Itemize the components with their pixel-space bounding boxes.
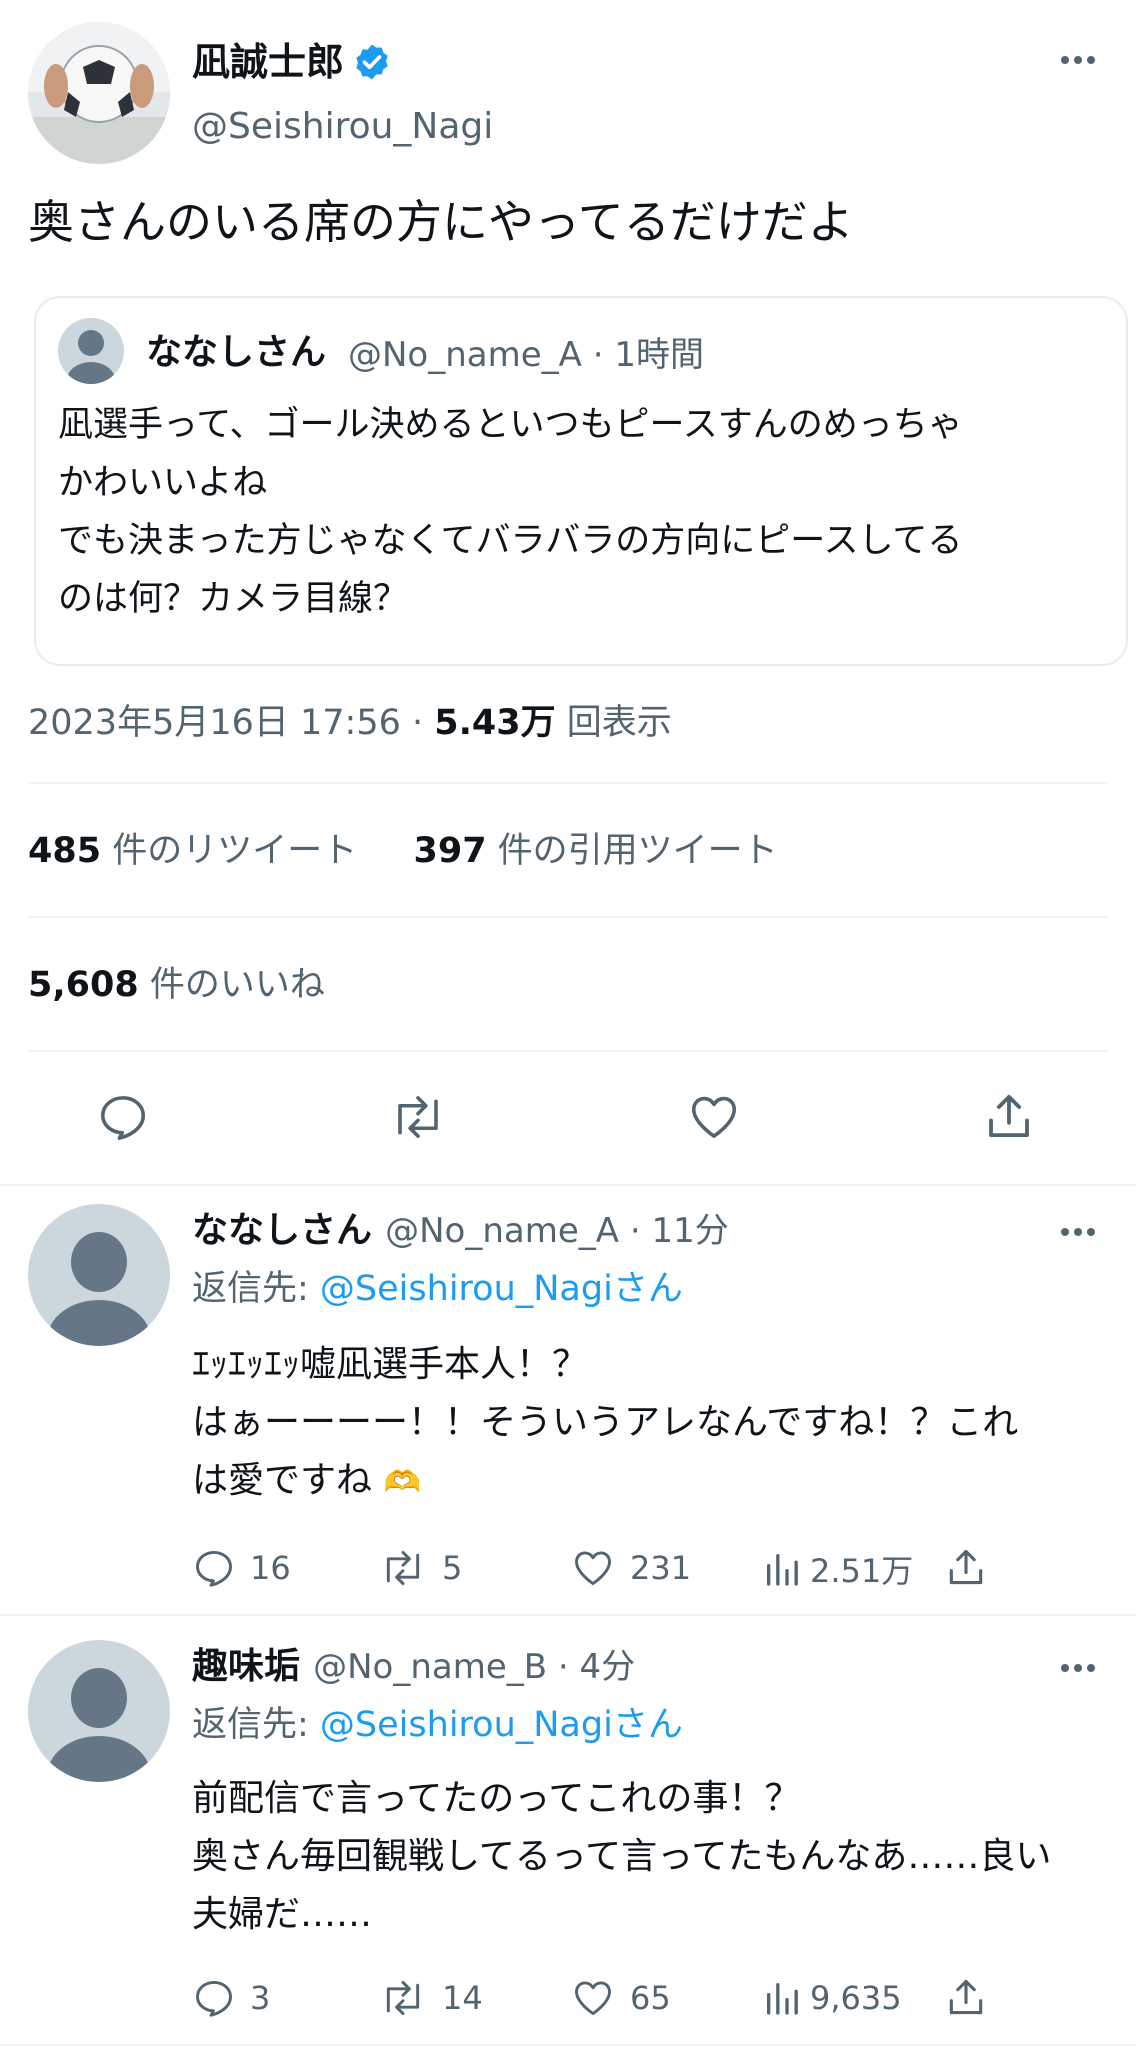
reply-retweet-button[interactable]: 14 bbox=[378, 1976, 483, 2020]
quoted-text-line: でも決まった方じゃなくてバラバラの方向にピースしてる bbox=[58, 521, 963, 561]
views-count: 9,635 bbox=[810, 1979, 902, 2017]
reply-icon bbox=[196, 1980, 232, 2017]
retweet-count: 14 bbox=[442, 1979, 483, 2017]
default-avatar-icon bbox=[47, 1668, 151, 1782]
like-icon bbox=[575, 1551, 611, 1586]
divider bbox=[0, 1184, 1136, 1186]
reply-to-prefix: 返信先: bbox=[192, 1269, 320, 1309]
heart-hands-emoji: 🫶 bbox=[383, 1465, 421, 1500]
quoted-text: 凪選手って、ゴール決めるといつもピースすんのめっちゃ かわいいよね でも決まった… bbox=[58, 396, 963, 628]
quoted-display-name: ななしさん bbox=[146, 332, 327, 373]
likes-stat[interactable]: 5,608 件のいいね bbox=[28, 962, 325, 1008]
tweet-text: 奥さんのいる席の方にやってるだけだよ bbox=[28, 195, 854, 249]
default-avatar-icon bbox=[47, 1232, 151, 1346]
retweets-stat[interactable]: 485 件のリツイート bbox=[28, 831, 357, 871]
retweet-icon bbox=[386, 1980, 420, 2016]
reply-text-line: はぁーーーー！！そういうアレなんですね！？これ bbox=[192, 1402, 1019, 1443]
reply-to-link[interactable]: @Seishirou_Nagiさん bbox=[320, 1705, 683, 1745]
reply-count: 3 bbox=[250, 1979, 271, 2017]
share-icon[interactable] bbox=[982, 1088, 1036, 1144]
author-avatar[interactable] bbox=[28, 22, 170, 164]
reply-text-line: は愛ですね 🫶 bbox=[192, 1452, 1018, 1512]
timestamp-row: 2023年5月16日 17:56 · 5.43万 回表示 bbox=[28, 700, 672, 746]
views-icon bbox=[767, 1554, 798, 1586]
author-handle[interactable]: @Seishirou_Nagi bbox=[192, 104, 493, 150]
like-icon[interactable] bbox=[686, 1090, 742, 1144]
like-count: 65 bbox=[630, 1979, 671, 2017]
reply-handle-time[interactable]: @No_name_A · 11分 bbox=[385, 1211, 729, 1251]
reply-icon[interactable] bbox=[96, 1090, 150, 1144]
reply-text-line: 奥さん毎回観戦してるって言ってたもんなあ……良い bbox=[192, 1836, 1052, 1877]
retweet-count: 5 bbox=[442, 1549, 463, 1587]
quotes-label: 件の引用ツイート bbox=[486, 831, 778, 871]
reply-to-line: 返信先: @Seishirou_Nagiさん bbox=[192, 1266, 683, 1312]
reply-count: 16 bbox=[250, 1549, 291, 1587]
like-icon bbox=[575, 1981, 611, 2016]
reply-action-bar: 3 14 65 9,635 bbox=[192, 1970, 1092, 2026]
reply-text-line: 夫婦だ…… bbox=[192, 1894, 373, 1935]
quoted-text-line: 凪選手って、ゴール決めるといつもピースすんのめっちゃ bbox=[58, 405, 963, 445]
likes-label: 件のいいね bbox=[138, 965, 325, 1005]
reply-text-segment: は愛ですね bbox=[192, 1460, 373, 1501]
reply-text: ｴｯｴｯｴｯ嘘凪選手本人！？ はぁーーーー！！そういうアレなんですね！？これ は… bbox=[192, 1336, 1018, 1512]
views-count: 2.51万 bbox=[810, 1552, 914, 1590]
reply-display-name[interactable]: 趣味垢 bbox=[192, 1646, 300, 1687]
retweet-icon bbox=[386, 1550, 420, 1586]
reply-avatar[interactable] bbox=[28, 1204, 170, 1346]
reply-header: 趣味垢 @No_name_B · 4分 bbox=[192, 1644, 635, 1696]
reply-views[interactable]: 9,635 bbox=[762, 1976, 902, 2020]
reply-to-link[interactable]: @Seishirou_Nagiさん bbox=[320, 1269, 683, 1309]
like-count: 231 bbox=[630, 1549, 692, 1587]
more-icon[interactable] bbox=[1060, 1224, 1096, 1240]
retweets-label: 件のリツイート bbox=[101, 831, 358, 871]
retweet-icon[interactable] bbox=[388, 1090, 448, 1144]
views-count: 5.43万 bbox=[434, 703, 556, 743]
divider bbox=[0, 2044, 1136, 2046]
reply-like-button[interactable]: 231 bbox=[570, 1546, 691, 1590]
reply-action-bar: 16 5 231 2.51万 bbox=[192, 1540, 1092, 1596]
more-icon[interactable] bbox=[1060, 1660, 1096, 1676]
share-icon[interactable] bbox=[944, 1974, 988, 2020]
divider bbox=[0, 1614, 1136, 1616]
reply-handle-time[interactable]: @No_name_B · 4分 bbox=[313, 1647, 635, 1687]
reply-reply-button[interactable]: 3 bbox=[192, 1976, 270, 2020]
views-label: 回表示 bbox=[555, 703, 672, 743]
reply-text-line: ｴｯｴｯｴｯ嘘凪選手本人！？ bbox=[192, 1344, 589, 1385]
quoted-avatar bbox=[58, 318, 124, 384]
quotes-count: 397 bbox=[413, 831, 487, 871]
quotes-stat[interactable]: 397 件の引用ツイート bbox=[413, 831, 777, 871]
reply-to-prefix: 返信先: bbox=[192, 1705, 320, 1745]
reply-icon bbox=[196, 1550, 232, 1587]
reply-views[interactable]: 2.51万 bbox=[762, 1546, 913, 1592]
divider bbox=[28, 1050, 1108, 1052]
author-display-name[interactable]: 凪誠士郎 bbox=[192, 38, 344, 86]
quoted-handle-time: @No_name_A · 1時間 bbox=[348, 335, 704, 375]
reply-retweet-button[interactable]: 5 bbox=[378, 1546, 462, 1590]
default-avatar-icon bbox=[67, 330, 115, 384]
share-icon[interactable] bbox=[944, 1544, 988, 1590]
reply-to-line: 返信先: @Seishirou_Nagiさん bbox=[192, 1702, 683, 1748]
quoted-text-line: かわいいよね bbox=[58, 463, 268, 503]
reply-reply-button[interactable]: 16 bbox=[192, 1546, 291, 1590]
engagement-row: 485 件のリツイート 397 件の引用ツイート bbox=[28, 828, 778, 874]
reply-text: 前配信で言ってたのってこれの事！？ 奥さん毎回観戦してるって言ってたもんなあ……… bbox=[192, 1770, 1051, 1944]
reply-text-line: 前配信で言ってたのってこれの事！？ bbox=[192, 1778, 801, 1819]
reply-avatar[interactable] bbox=[28, 1640, 170, 1782]
reply-display-name[interactable]: ななしさん bbox=[192, 1210, 372, 1251]
likes-count: 5,608 bbox=[28, 965, 139, 1005]
reply-like-button[interactable]: 65 bbox=[570, 1976, 671, 2020]
retweets-count: 485 bbox=[28, 831, 102, 871]
views-icon bbox=[767, 1983, 798, 2015]
divider bbox=[28, 782, 1108, 784]
more-icon[interactable] bbox=[1060, 52, 1096, 68]
reply-header: ななしさん @No_name_A · 11分 bbox=[192, 1208, 729, 1260]
verified-badge-icon bbox=[352, 42, 392, 82]
divider bbox=[28, 916, 1108, 918]
timestamp[interactable]: 2023年5月16日 17:56 · bbox=[28, 703, 434, 743]
quoted-text-line: のは何？カメラ目線？ bbox=[58, 579, 409, 619]
